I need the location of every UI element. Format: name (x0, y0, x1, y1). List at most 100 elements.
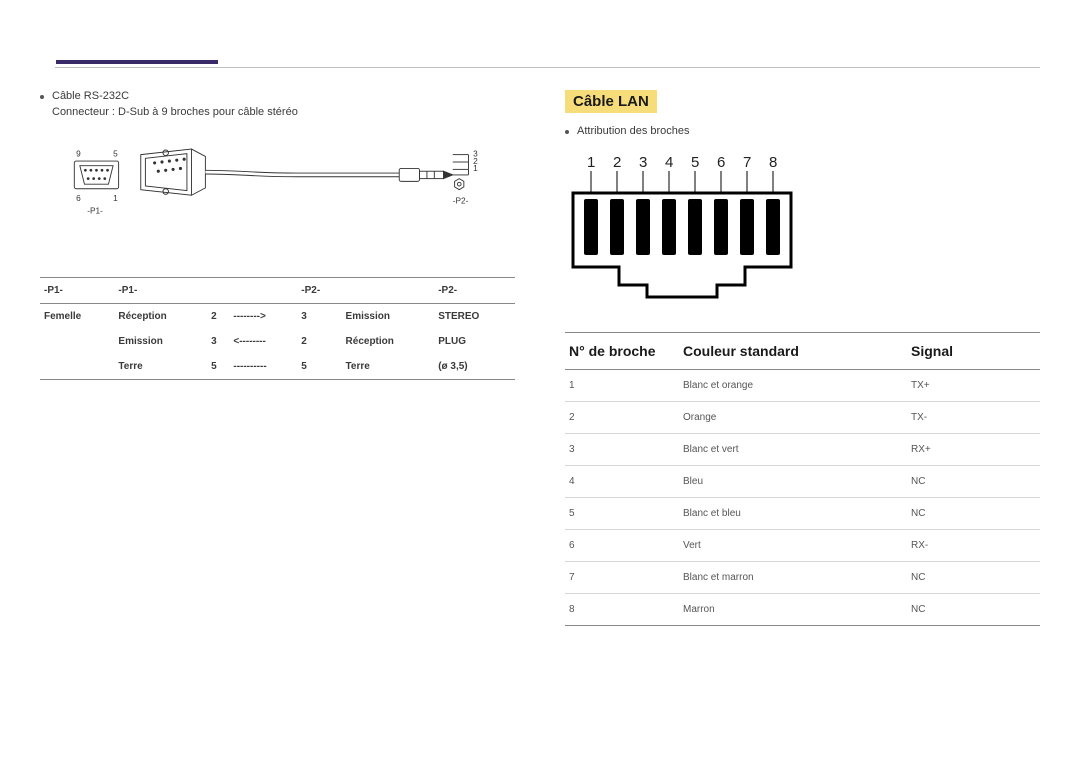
table-row: Terre 5 ---------- 5 Terre (ø 3,5) (40, 354, 515, 380)
pin-num: 5 (691, 154, 699, 171)
rs232-table: -P1- -P1- -P2- -P2- Femelle Réception 2 … (40, 277, 515, 380)
bullet-icon (40, 95, 44, 99)
table-row: Femelle Réception 2 --------> 3 Emission… (40, 304, 515, 330)
td: RX- (907, 530, 1040, 562)
rj45-diagram: 1 2 3 4 5 6 7 8 (565, 149, 835, 309)
table-row: 8MarronNC (565, 594, 1040, 626)
td: Réception (342, 329, 435, 354)
td: 3 (565, 434, 679, 466)
pin-num: 7 (743, 154, 751, 171)
td: Orange (679, 402, 907, 434)
table-header-row: N° de broche Couleur standard Signal (565, 333, 1040, 370)
th (207, 278, 229, 304)
bullet-rs232: Câble RS-232C (40, 90, 515, 102)
td: ---------- (229, 354, 297, 380)
td: Blanc et vert (679, 434, 907, 466)
label-p2: -P2- (453, 196, 469, 206)
td: Bleu (679, 466, 907, 498)
lan-pin-table: N° de broche Couleur standard Signal 1Bl… (565, 332, 1040, 626)
table-row: 2OrangeTX- (565, 402, 1040, 434)
table-row: 6VertRX- (565, 530, 1040, 562)
label-p1: -P1- (87, 206, 103, 216)
td: Vert (679, 530, 907, 562)
td: Femelle (40, 304, 114, 330)
td: NC (907, 594, 1040, 626)
td: Marron (679, 594, 907, 626)
label-5: 5 (113, 148, 118, 158)
rs232-subtext: Connecteur : D-Sub à 9 broches pour câbl… (52, 106, 515, 118)
bullet-lan-text: Attribution des broches (577, 125, 690, 137)
label-6: 6 (76, 193, 81, 203)
th: -P2- (434, 278, 515, 304)
td: NC (907, 562, 1040, 594)
th: -P2- (297, 278, 341, 304)
th-pin: N° de broche (565, 333, 679, 370)
td: Blanc et bleu (679, 498, 907, 530)
td: PLUG (434, 329, 515, 354)
td (40, 329, 114, 354)
th (229, 278, 297, 304)
pin-num: 4 (665, 154, 673, 171)
table-row: Emission 3 <-------- 2 Réception PLUG (40, 329, 515, 354)
bullet-rs232-text: Câble RS-232C (52, 90, 129, 102)
th-color: Couleur standard (679, 333, 907, 370)
td: 3 (297, 304, 341, 330)
td (40, 354, 114, 380)
table-row: 5Blanc et bleuNC (565, 498, 1040, 530)
bullet-lan: Attribution des broches (565, 125, 1040, 137)
lan-heading: Câble LAN (565, 90, 657, 113)
td: (ø 3,5) (434, 354, 515, 380)
horizontal-rule-top (55, 67, 1040, 68)
accent-bar (56, 60, 218, 64)
td: NC (907, 466, 1040, 498)
rs232-diagram: 9 5 6 1 -P1- (40, 138, 500, 258)
td: --------> (229, 304, 297, 330)
td: 6 (565, 530, 679, 562)
td: 8 (565, 594, 679, 626)
left-column: Câble RS-232C Connecteur : D-Sub à 9 bro… (40, 60, 535, 626)
td: Réception (114, 304, 207, 330)
td: 2 (297, 329, 341, 354)
td: TX- (907, 402, 1040, 434)
th: -P1- (40, 278, 114, 304)
td: Emission (342, 304, 435, 330)
td: 2 (207, 304, 229, 330)
td: 3 (207, 329, 229, 354)
td: Blanc et marron (679, 562, 907, 594)
td: Terre (114, 354, 207, 380)
right-column: Câble LAN Attribution des broches 1 2 3 … (555, 60, 1040, 626)
td: 5 (565, 498, 679, 530)
td: 5 (207, 354, 229, 380)
pin-num: 8 (769, 154, 777, 171)
td: Terre (342, 354, 435, 380)
th: -P1- (114, 278, 207, 304)
table-header-row: -P1- -P1- -P2- -P2- (40, 278, 515, 304)
label-1: 1 (113, 193, 118, 203)
table-row: 4BleuNC (565, 466, 1040, 498)
bullet-icon (565, 130, 569, 134)
table-row: 7Blanc et marronNC (565, 562, 1040, 594)
td: 5 (297, 354, 341, 380)
th-signal: Signal (907, 333, 1040, 370)
th (342, 278, 435, 304)
label-r1: 1 (473, 163, 478, 173)
td: 1 (565, 370, 679, 402)
td: 7 (565, 562, 679, 594)
page-container: Câble RS-232C Connecteur : D-Sub à 9 bro… (0, 0, 1080, 666)
td: Emission (114, 329, 207, 354)
td: 2 (565, 402, 679, 434)
pin-num: 3 (639, 154, 647, 171)
td: Blanc et orange (679, 370, 907, 402)
td: NC (907, 498, 1040, 530)
table-row: 1Blanc et orangeTX+ (565, 370, 1040, 402)
pin-num: 1 (587, 154, 595, 171)
label-9: 9 (76, 148, 81, 158)
td: RX+ (907, 434, 1040, 466)
td: <-------- (229, 329, 297, 354)
td: TX+ (907, 370, 1040, 402)
td: 4 (565, 466, 679, 498)
pin-num: 2 (613, 154, 621, 171)
pin-num: 6 (717, 154, 725, 171)
table-row: 3Blanc et vertRX+ (565, 434, 1040, 466)
td: STEREO (434, 304, 515, 330)
